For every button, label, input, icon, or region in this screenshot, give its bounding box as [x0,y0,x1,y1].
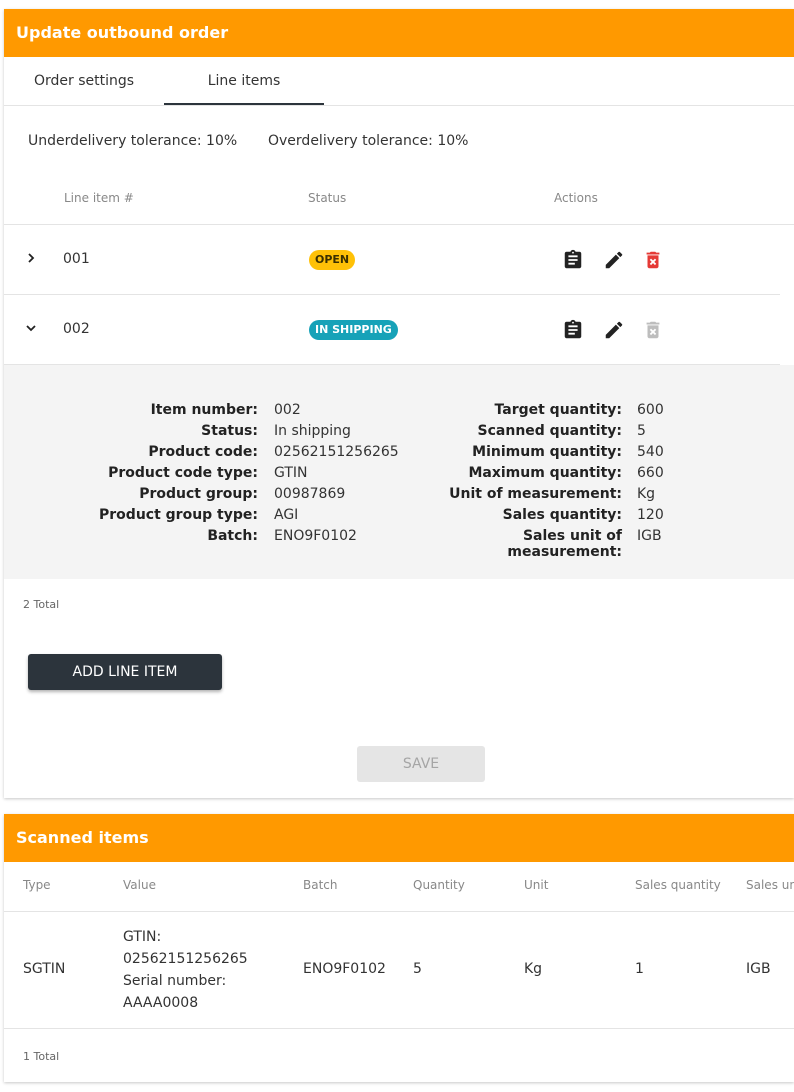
header-actions: Actions [554,191,598,205]
detail-label: Item number: [150,402,258,418]
status-badge-open: OPEN [309,250,356,270]
pencil-icon[interactable] [603,249,625,271]
row-divider [4,1028,794,1029]
header-unit: Unit [524,878,549,892]
pencil-icon[interactable] [603,319,625,341]
detail-label: Sales unit of measurement: [507,528,622,560]
underdelivery-tolerance: Underdelivery tolerance: 10% [28,133,238,149]
value-line: AAAA0008 [123,995,199,1011]
scanned-type: SGTIN [23,961,66,977]
detail-value: 00987869 [274,486,346,502]
detail-value: ENO9F0102 [274,528,357,544]
header-sales-quantity: Sales quantity [635,878,721,892]
add-line-item-button[interactable]: ADD LINE ITEM [28,654,222,690]
detail-label: Scanned quantity: [477,423,622,439]
detail-value: GTIN [274,465,308,481]
scanned-quantity: 5 [413,961,422,977]
save-button: SAVE [357,746,485,782]
overdelivery-tolerance: Overdelivery tolerance: 10% [268,133,469,149]
scanned-sales-quantity: 1 [635,961,644,977]
detail-value: 02562151256265 [274,444,399,460]
header-type: Type [23,878,51,892]
detail-label: Status: [201,423,258,439]
header-sales-unit: Sales unit [746,878,794,892]
detail-value: 5 [637,423,646,439]
row-divider [4,294,780,295]
chevron-down-icon[interactable] [24,321,38,335]
line-item-detail-panel: Item number: 002 Status: In shipping Pro… [4,365,794,579]
header-sales-unit-clip: Sales unit [746,874,794,894]
chevron-right-icon[interactable] [24,251,38,265]
header-quantity: Quantity [413,878,465,892]
scanned-items-total: 1 Total [23,1050,60,1063]
header-status: Status [308,191,347,205]
scanned-items-title: Scanned items [4,814,794,862]
detail-label: Product code: [148,444,258,460]
table-header-divider [4,224,794,225]
header-line-item: Line item # [64,191,134,205]
scanned-value: GTIN: 02562151256265 Serial number: AAAA… [123,926,293,1014]
detail-value: AGI [274,507,299,523]
value-line: Serial number: [123,973,227,989]
update-order-card: Update outbound order Order settings Lin… [4,9,794,798]
detail-label: Sales quantity: [502,507,622,523]
detail-label: Maximum quantity: [468,465,622,481]
tab-order-settings[interactable]: Order settings [4,57,164,105]
detail-value: IGB [637,528,662,544]
detail-value: 002 [274,402,301,418]
detail-label: Product group type: [99,507,258,523]
detail-label: Target quantity: [494,402,623,418]
scanned-items-card: Scanned items Type Value Batch Quantity … [4,814,794,1082]
delete-icon[interactable] [642,249,664,271]
detail-label: Unit of measurement: [449,486,622,502]
detail-value: 600 [637,402,664,418]
table-header-divider [4,911,794,912]
detail-label: Batch: [207,528,258,544]
clipboard-icon[interactable] [562,249,584,271]
line-items-total: 2 Total [23,598,60,611]
header-value: Value [123,878,156,892]
status-badge-in-shipping: IN SHIPPING [309,320,398,340]
scanned-batch: ENO9F0102 [303,961,386,977]
tab-line-items[interactable]: Line items [164,57,324,105]
update-order-title: Update outbound order [4,9,794,57]
clipboard-icon[interactable] [562,319,584,341]
value-line: 02562151256265 [123,951,248,967]
detail-value: 120 [637,507,664,523]
detail-label: Product code type: [108,465,258,481]
delete-icon-disabled [646,321,660,339]
scanned-sales-unit: IGB [746,961,771,977]
detail-value: 540 [637,444,664,460]
detail-value: 660 [637,465,664,481]
tab-divider [4,105,794,106]
scanned-unit: Kg [524,961,543,977]
value-line: GTIN: [123,929,162,945]
detail-label: Minimum quantity: [472,444,622,460]
row-number: 002 [63,321,90,337]
header-batch: Batch [303,878,338,892]
detail-value: Kg [637,486,656,502]
row-number: 001 [63,251,90,267]
detail-value: In shipping [274,423,351,439]
detail-label: Product group: [139,486,258,502]
